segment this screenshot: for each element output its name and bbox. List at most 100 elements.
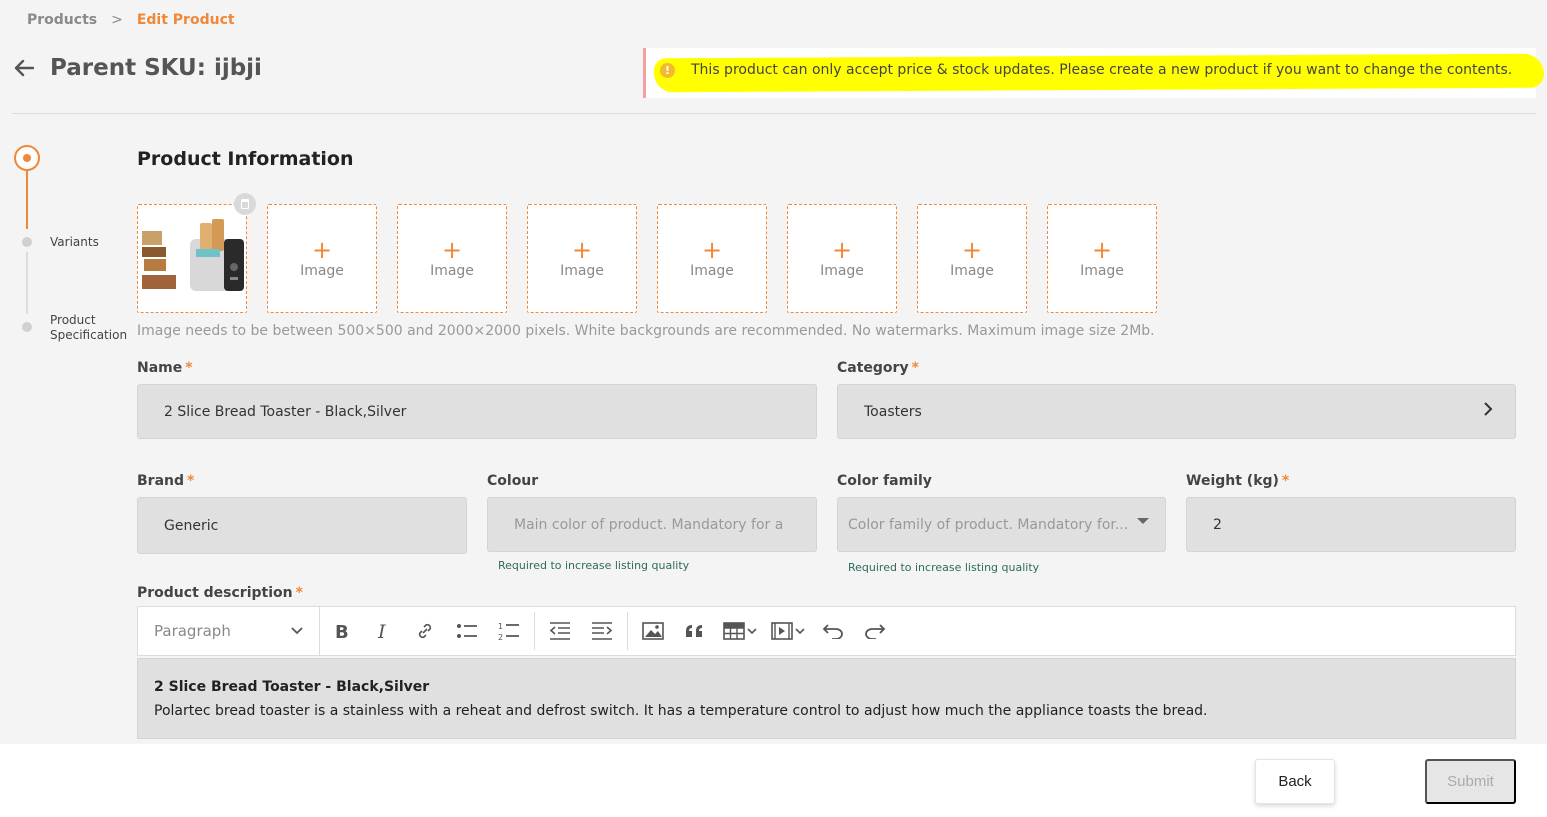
chevron-right-icon bbox=[1483, 401, 1493, 420]
editor-toolbar: Paragraph B I 12 bbox=[137, 606, 1516, 656]
page-title: Parent SKU: ijbji bbox=[50, 55, 262, 81]
insert-image-icon[interactable] bbox=[632, 607, 674, 655]
paragraph-style-select[interactable]: Paragraph bbox=[138, 607, 320, 655]
italic-icon[interactable]: I bbox=[362, 607, 404, 655]
color-family-placeholder: Color family of product. Mandatory for..… bbox=[848, 516, 1129, 533]
insert-media-icon[interactable] bbox=[764, 607, 812, 655]
add-image-label: Image bbox=[820, 262, 864, 279]
link-icon[interactable] bbox=[404, 607, 446, 655]
weight-input[interactable]: 2 bbox=[1186, 497, 1516, 552]
add-image-slot[interactable]: + Image bbox=[917, 204, 1027, 313]
add-image-slot[interactable]: + Image bbox=[267, 204, 377, 313]
plus-icon: + bbox=[441, 235, 463, 264]
add-image-label: Image bbox=[560, 262, 604, 279]
description-label: Product description * bbox=[137, 585, 303, 601]
name-value: 2 Slice Bread Toaster - Black,Silver bbox=[164, 403, 407, 420]
colour-hint: Required to increase listing quality bbox=[498, 559, 690, 572]
colour-label: Colour bbox=[487, 473, 539, 489]
notice-banner: ! This product can only accept price & s… bbox=[643, 48, 1545, 98]
brand-label: Brand * bbox=[137, 473, 194, 489]
header-divider bbox=[12, 113, 1536, 114]
title-row: Parent SKU: ijbji bbox=[14, 55, 262, 81]
add-image-slot[interactable]: + Image bbox=[1047, 204, 1157, 313]
add-image-slot[interactable]: + Image bbox=[527, 204, 637, 313]
weight-value: 2 bbox=[1213, 516, 1222, 533]
redo-icon[interactable] bbox=[854, 607, 896, 655]
product-image-thumbnail[interactable] bbox=[137, 193, 256, 313]
breadcrumb-separator: > bbox=[111, 12, 123, 28]
add-image-label: Image bbox=[950, 262, 994, 279]
indent-icon[interactable] bbox=[581, 607, 623, 655]
plus-icon: + bbox=[571, 235, 593, 264]
color-family-hint: Required to increase listing quality bbox=[848, 561, 1040, 574]
section-title: Product Information bbox=[137, 148, 354, 170]
breadcrumb-products-link[interactable]: Products bbox=[27, 12, 97, 28]
name-input[interactable]: 2 Slice Bread Toaster - Black,Silver bbox=[137, 384, 817, 439]
bold-icon[interactable]: B bbox=[320, 607, 362, 655]
notice-text: This product can only accept price & sto… bbox=[691, 62, 1513, 78]
category-select[interactable]: Toasters bbox=[837, 384, 1516, 439]
add-image-slot[interactable]: + Image bbox=[657, 204, 767, 313]
back-arrow-icon[interactable] bbox=[14, 58, 34, 78]
toolbar-divider bbox=[627, 612, 628, 650]
plus-icon: + bbox=[701, 235, 723, 264]
insert-table-icon[interactable] bbox=[716, 607, 764, 655]
description-heading: 2 Slice Bread Toaster - Black,Silver bbox=[154, 679, 430, 695]
bulleted-list-icon[interactable] bbox=[446, 607, 488, 655]
outdent-icon[interactable] bbox=[539, 607, 581, 655]
step-variants-dot[interactable] bbox=[22, 237, 32, 247]
submit-button[interactable]: Submit bbox=[1425, 759, 1516, 804]
plus-icon: + bbox=[831, 235, 853, 264]
weight-label-text: Weight (kg) bbox=[1186, 473, 1279, 489]
svg-text:1: 1 bbox=[498, 622, 503, 631]
undo-icon[interactable] bbox=[812, 607, 854, 655]
image-help-text: Image needs to be between 500×500 and 20… bbox=[137, 323, 1155, 339]
back-button[interactable]: Back bbox=[1255, 759, 1335, 804]
breadcrumb-current: Edit Product bbox=[136, 12, 235, 28]
add-image-label: Image bbox=[1080, 262, 1124, 279]
required-marker: * bbox=[185, 360, 193, 376]
blockquote-icon[interactable] bbox=[674, 607, 716, 655]
weight-label: Weight (kg) * bbox=[1186, 473, 1289, 489]
plus-icon: + bbox=[311, 235, 333, 264]
step-connector-active bbox=[26, 171, 28, 229]
name-label: Name * bbox=[137, 360, 193, 376]
step-variants-label[interactable]: Variants bbox=[50, 235, 99, 250]
delete-image-icon[interactable] bbox=[234, 193, 256, 215]
brand-input[interactable]: Generic bbox=[137, 497, 467, 554]
add-image-label: Image bbox=[430, 262, 474, 279]
required-marker: * bbox=[911, 360, 919, 376]
description-body: Polartec bread toaster is a stainless wi… bbox=[154, 703, 1208, 719]
required-marker: * bbox=[187, 473, 195, 489]
required-marker: * bbox=[1281, 473, 1290, 489]
step-product-information-icon[interactable] bbox=[14, 145, 40, 171]
color-family-select[interactable]: Color family of product. Mandatory for..… bbox=[837, 497, 1166, 552]
name-label-text: Name bbox=[137, 360, 183, 376]
paragraph-style-value: Paragraph bbox=[154, 622, 231, 640]
add-image-label: Image bbox=[300, 262, 344, 279]
svg-text:I: I bbox=[377, 622, 386, 640]
required-marker: * bbox=[295, 585, 303, 601]
add-image-slot[interactable]: + Image bbox=[787, 204, 897, 313]
step-connector bbox=[26, 252, 28, 314]
plus-icon: + bbox=[1091, 235, 1113, 264]
step-product-specification-label[interactable]: Product Specification bbox=[50, 313, 130, 343]
description-label-text: Product description bbox=[137, 585, 293, 601]
step-product-specification-dot[interactable] bbox=[22, 322, 32, 332]
add-image-label: Image bbox=[690, 262, 734, 279]
color-family-label: Color family bbox=[837, 473, 932, 489]
brand-value: Generic bbox=[164, 517, 219, 534]
colour-placeholder: Main color of product. Mandatory for a bbox=[514, 516, 784, 533]
description-editor[interactable]: 2 Slice Bread Toaster - Black,Silver Pol… bbox=[137, 658, 1516, 739]
breadcrumb: Products > Edit Product bbox=[27, 12, 235, 28]
warning-icon: ! bbox=[660, 62, 675, 78]
numbered-list-icon[interactable]: 12 bbox=[488, 607, 530, 655]
add-image-slot[interactable]: + Image bbox=[397, 204, 507, 313]
plus-icon: + bbox=[961, 235, 983, 264]
image-gallery: + Image + Image + Image + Image + Image + Imag… bbox=[137, 193, 1157, 313]
category-label-text: Category bbox=[837, 360, 909, 376]
category-value: Toasters bbox=[864, 403, 922, 420]
footer-bar: Back Submit bbox=[0, 744, 1547, 817]
colour-input[interactable]: Main color of product. Mandatory for a bbox=[487, 497, 817, 552]
svg-text:B: B bbox=[335, 622, 349, 640]
